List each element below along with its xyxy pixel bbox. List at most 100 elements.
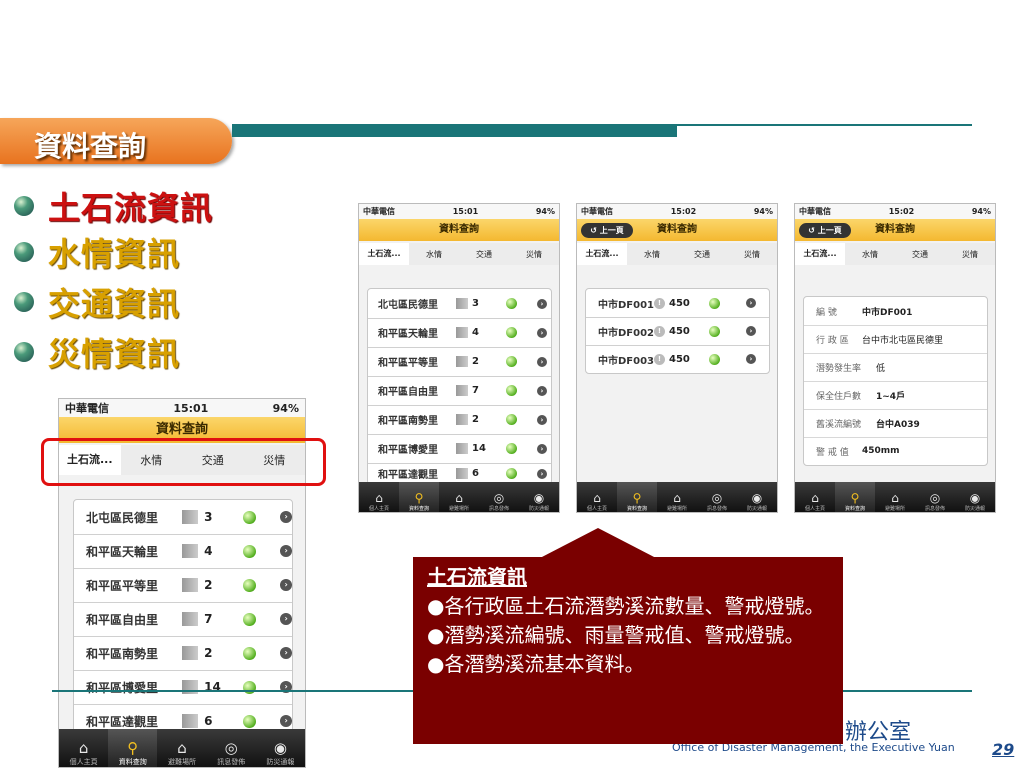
flag-icon <box>182 714 199 728</box>
toolbar-home[interactable]: ⌂ 個人主頁 <box>577 482 617 512</box>
list-item[interactable]: 中市DF001! 450 › <box>586 289 769 318</box>
bottom-toolbar: ⌂ 個人主頁 ⚲ 資料查詢 ⌂ 避難場所 ◎ 訊息發佈 ◉ 防災通報 <box>795 482 995 512</box>
detail-row: 編 號中市DF001 <box>804 297 987 326</box>
toolbar-shelter[interactable]: ⌂ 避難場所 <box>657 482 697 512</box>
toolbar-report[interactable]: ◉ 防災通報 <box>256 729 305 767</box>
info-icon: ! <box>654 297 665 309</box>
list-item[interactable]: 和平區博愛里 14 › <box>74 670 292 705</box>
toolbar-message[interactable]: ◎ 訊息發佈 <box>697 482 737 512</box>
stream-list: 中市DF001! 450 › 中市DF002! 450 › 中市DF003! 450 › <box>585 288 770 374</box>
green-light-icon <box>243 544 257 558</box>
list-item[interactable]: 和平區達觀里 6 › <box>368 463 551 484</box>
phone-screenshot-list: 中華電信 15:01 94% 資料查詢 土石流... 水情 交通 災情 北屯區民德里 3 › … <box>358 203 560 513</box>
back-arrow-icon: ↺ <box>590 226 600 235</box>
chevron-right-icon: › <box>746 354 756 364</box>
toolbar-search[interactable]: ⚲ 資料查詢 <box>399 482 439 512</box>
bullet-item: 交通資訊 <box>14 282 180 323</box>
toolbar-shelter[interactable]: ⌂ 避難場所 <box>875 482 915 512</box>
toolbar-search[interactable]: ⚲ 資料查詢 <box>617 482 657 512</box>
flag-icon <box>182 646 199 660</box>
list-item[interactable]: 和平區自由里 7 › <box>368 376 551 406</box>
search-icon: ⚲ <box>850 491 860 505</box>
flag-icon <box>456 356 468 367</box>
list-item[interactable]: 中市DF003! 450 › <box>586 345 769 373</box>
list-item[interactable]: 和平區南勢里 2 › <box>74 636 292 671</box>
toolbar-search[interactable]: ⚲ 資料查詢 <box>108 729 158 767</box>
tab-bar: 土石流... 水情 交通 災情 <box>359 243 559 265</box>
alert-icon: ◉ <box>273 739 287 757</box>
list-item[interactable]: 北屯區民德里 3 › <box>368 289 551 319</box>
flag-icon <box>456 327 468 338</box>
chevron-right-icon: › <box>537 298 547 309</box>
callout-line: ●潛勢溪流編號、雨量警戒值、警戒燈號。 <box>427 623 805 647</box>
back-button[interactable]: ↺ 上一頁 <box>799 223 851 238</box>
flag-icon <box>456 385 468 396</box>
toolbar-shelter[interactable]: ⌂ 避難場所 <box>439 482 479 512</box>
list-item[interactable]: 和平區平等里 2 › <box>368 347 551 377</box>
flag-icon <box>456 298 468 309</box>
alert-icon: ◉ <box>751 491 763 505</box>
bullet-ball-icon <box>14 292 34 312</box>
title-divider <box>232 124 677 137</box>
nav-bar-title: 資料查詢 <box>359 219 559 241</box>
list-item[interactable]: 和平區南勢里 2 › <box>368 405 551 435</box>
list-item[interactable]: 和平區自由里 7 › <box>74 602 292 637</box>
chevron-right-icon: › <box>537 468 547 479</box>
toolbar-search[interactable]: ⚲ 資料查詢 <box>835 482 875 512</box>
list-item[interactable]: 和平區天輪里 4 › <box>74 534 292 569</box>
search-icon: ⚲ <box>127 739 139 757</box>
alert-icon: ◉ <box>969 491 981 505</box>
toolbar-home[interactable]: ⌂ 個人主頁 <box>359 482 399 512</box>
status-bar: 中華電信 15:02 94% <box>795 204 995 219</box>
phone-screenshot-streams: 中華電信 15:02 94% 資料查詢 ↺ 上一頁 土石流... 水情 交通 災情 中市D… <box>576 203 778 513</box>
bullet-item: 土石流資訊 <box>14 186 213 227</box>
back-button[interactable]: ↺ 上一頁 <box>581 223 633 238</box>
search-icon: ⚲ <box>414 491 424 505</box>
toolbar-message[interactable]: ◎ 訊息發佈 <box>207 729 256 767</box>
list-item[interactable]: 和平區平等里 2 › <box>74 568 292 603</box>
toolbar-home[interactable]: ⌂ 個人主頁 <box>59 729 108 767</box>
chevron-right-icon: › <box>280 511 292 523</box>
detail-table: 編 號中市DF001 行 政 區台中市北屯區民德里 潛勢發生率低 保全住戶數 1~… <box>803 296 988 466</box>
flag-icon <box>456 414 468 425</box>
home-icon: ⌂ <box>78 739 89 757</box>
tab-bar: 土石流... 水情 交通 災情 <box>795 243 995 265</box>
detail-row: 潛勢發生率低 <box>804 353 987 382</box>
detail-row: 行 政 區台中市北屯區民德里 <box>804 325 987 354</box>
toolbar-shelter[interactable]: ⌂ 避難場所 <box>157 729 206 767</box>
green-light-icon <box>506 443 517 454</box>
toolbar-report[interactable]: ◉ 防災通報 <box>519 482 559 512</box>
green-light-icon <box>506 298 517 309</box>
green-light-icon <box>243 714 257 728</box>
list-item[interactable]: 和平區博愛里 14 › <box>368 434 551 464</box>
highlight-box <box>41 438 326 486</box>
toolbar-message[interactable]: ◎ 訊息發佈 <box>915 482 955 512</box>
shelter-icon: ⌂ <box>891 491 899 505</box>
chevron-right-icon: › <box>280 579 292 591</box>
green-light-icon <box>243 612 257 626</box>
toolbar-report[interactable]: ◉ 防災通報 <box>955 482 995 512</box>
green-light-icon <box>506 468 517 479</box>
chevron-right-icon: › <box>280 647 292 659</box>
slide-title: 資料查詢 <box>34 130 147 163</box>
detail-row: 舊溪流編號 台中A039 <box>804 409 987 438</box>
chevron-right-icon: › <box>280 613 292 625</box>
green-light-icon <box>506 327 517 338</box>
toolbar-message[interactable]: ◎ 訊息發佈 <box>479 482 519 512</box>
list-item[interactable]: 中市DF002! 450 › <box>586 317 769 346</box>
info-icon: ! <box>654 325 665 337</box>
chevron-right-icon: › <box>537 385 547 396</box>
toolbar-report[interactable]: ◉ 防災通報 <box>737 482 777 512</box>
chevron-right-icon: › <box>280 545 292 557</box>
title-divider-thin <box>677 124 972 126</box>
list-item[interactable]: 北屯區民德里 3 › <box>74 500 292 535</box>
shelter-icon: ⌂ <box>455 491 463 505</box>
bullet-ball-icon <box>14 342 34 362</box>
flag-icon <box>182 612 199 626</box>
list-item[interactable]: 和平區天輪里 4 › <box>368 318 551 348</box>
green-light-icon <box>243 510 257 524</box>
chevron-right-icon: › <box>537 443 547 454</box>
detail-row: 保全住戶數 1~4戶 <box>804 381 987 410</box>
flag-icon <box>182 510 199 524</box>
toolbar-home[interactable]: ⌂ 個人主頁 <box>795 482 835 512</box>
